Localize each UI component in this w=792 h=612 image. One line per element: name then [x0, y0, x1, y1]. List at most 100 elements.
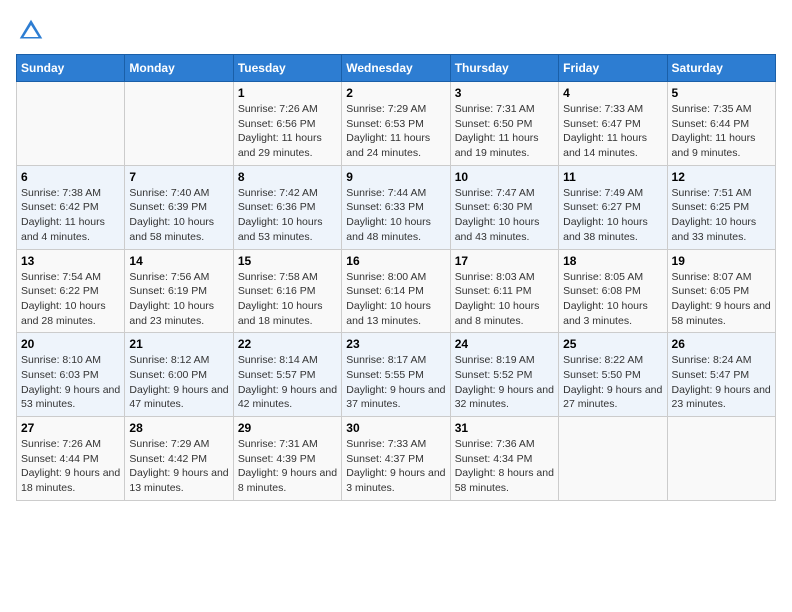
- calendar-cell: 17 Sunrise: 8:03 AM Sunset: 6:11 PM Dayli…: [450, 249, 558, 333]
- day-info: Sunrise: 7:26 AM Sunset: 6:56 PM Dayligh…: [238, 102, 337, 161]
- calendar-cell: 19 Sunrise: 8:07 AM Sunset: 6:05 PM Dayli…: [667, 249, 775, 333]
- day-info: Sunrise: 7:36 AM Sunset: 4:34 PM Dayligh…: [455, 437, 554, 496]
- calendar-cell: 14 Sunrise: 7:56 AM Sunset: 6:19 PM Dayli…: [125, 249, 233, 333]
- day-info: Sunrise: 8:22 AM Sunset: 5:50 PM Dayligh…: [563, 353, 662, 412]
- day-info: Sunrise: 7:44 AM Sunset: 6:33 PM Dayligh…: [346, 186, 445, 245]
- logo-icon: [16, 16, 46, 46]
- calendar-table: SundayMondayTuesdayWednesdayThursdayFrid…: [16, 54, 776, 501]
- calendar-cell: 13Sunrise: 7:54 AM Sunset: 6:22 PM Dayli…: [17, 249, 125, 333]
- day-number: 6: [21, 170, 120, 184]
- calendar-cell: 26 Sunrise: 8:24 AM Sunset: 5:47 PM Dayli…: [667, 333, 775, 417]
- day-number: 2: [346, 86, 445, 100]
- day-number: 10: [455, 170, 554, 184]
- day-info: Sunrise: 8:12 AM Sunset: 6:00 PM Dayligh…: [129, 353, 228, 412]
- calendar-cell: 27 Sunrise: 7:26 AM Sunset: 4:44 PM Dayli…: [17, 417, 125, 501]
- day-info: Sunrise: 7:29 AM Sunset: 6:53 PM Dayligh…: [346, 102, 445, 161]
- day-number: 5: [672, 86, 771, 100]
- day-info: Sunrise: 7:54 AM Sunset: 6:22 PM Dayligh…: [21, 270, 120, 329]
- day-number: 22: [238, 337, 337, 351]
- day-info: Sunrise: 8:05 AM Sunset: 6:08 PM Dayligh…: [563, 270, 662, 329]
- day-number: 4: [563, 86, 662, 100]
- calendar-week-5: 27 Sunrise: 7:26 AM Sunset: 4:44 PM Dayli…: [17, 417, 776, 501]
- calendar-cell: 29Sunrise: 7:31 AM Sunset: 4:39 PM Dayli…: [233, 417, 341, 501]
- calendar-week-4: 20Sunrise: 8:10 AM Sunset: 6:03 PM Dayli…: [17, 333, 776, 417]
- calendar-cell: 5 Sunrise: 7:35 AM Sunset: 6:44 PM Daylig…: [667, 82, 775, 166]
- day-info: Sunrise: 7:31 AM Sunset: 6:50 PM Dayligh…: [455, 102, 554, 161]
- day-number: 7: [129, 170, 228, 184]
- calendar-cell: 16 Sunrise: 8:00 AM Sunset: 6:14 PM Dayli…: [342, 249, 450, 333]
- page-header: [16, 16, 776, 46]
- calendar-cell: 8Sunrise: 7:42 AM Sunset: 6:36 PM Daylig…: [233, 165, 341, 249]
- calendar-cell: [667, 417, 775, 501]
- weekday-sunday: Sunday: [17, 55, 125, 82]
- day-number: 30: [346, 421, 445, 435]
- weekday-thursday: Thursday: [450, 55, 558, 82]
- day-info: Sunrise: 7:35 AM Sunset: 6:44 PM Dayligh…: [672, 102, 771, 161]
- calendar-cell: 15 Sunrise: 7:58 AM Sunset: 6:16 PM Dayli…: [233, 249, 341, 333]
- day-number: 26: [672, 337, 771, 351]
- day-info: Sunrise: 7:33 AM Sunset: 6:47 PM Dayligh…: [563, 102, 662, 161]
- day-number: 17: [455, 254, 554, 268]
- day-info: Sunrise: 7:38 AM Sunset: 6:42 PM Dayligh…: [21, 186, 120, 245]
- logo: [16, 16, 50, 46]
- day-number: 11: [563, 170, 662, 184]
- calendar-body: 1Sunrise: 7:26 AM Sunset: 6:56 PM Daylig…: [17, 82, 776, 501]
- day-info: Sunrise: 8:00 AM Sunset: 6:14 PM Dayligh…: [346, 270, 445, 329]
- weekday-friday: Friday: [559, 55, 667, 82]
- day-info: Sunrise: 8:07 AM Sunset: 6:05 PM Dayligh…: [672, 270, 771, 329]
- day-info: Sunrise: 8:03 AM Sunset: 6:11 PM Dayligh…: [455, 270, 554, 329]
- calendar-cell: 30 Sunrise: 7:33 AM Sunset: 4:37 PM Dayli…: [342, 417, 450, 501]
- calendar-cell: [17, 82, 125, 166]
- day-info: Sunrise: 7:47 AM Sunset: 6:30 PM Dayligh…: [455, 186, 554, 245]
- calendar-cell: 23 Sunrise: 8:17 AM Sunset: 5:55 PM Dayli…: [342, 333, 450, 417]
- day-info: Sunrise: 7:33 AM Sunset: 4:37 PM Dayligh…: [346, 437, 445, 496]
- calendar-week-3: 13Sunrise: 7:54 AM Sunset: 6:22 PM Dayli…: [17, 249, 776, 333]
- calendar-cell: 25 Sunrise: 8:22 AM Sunset: 5:50 PM Dayli…: [559, 333, 667, 417]
- calendar-cell: 3 Sunrise: 7:31 AM Sunset: 6:50 PM Daylig…: [450, 82, 558, 166]
- day-info: Sunrise: 7:56 AM Sunset: 6:19 PM Dayligh…: [129, 270, 228, 329]
- day-number: 16: [346, 254, 445, 268]
- day-number: 31: [455, 421, 554, 435]
- day-number: 15: [238, 254, 337, 268]
- weekday-header-row: SundayMondayTuesdayWednesdayThursdayFrid…: [17, 55, 776, 82]
- calendar-cell: 22 Sunrise: 8:14 AM Sunset: 5:57 PM Dayli…: [233, 333, 341, 417]
- calendar-cell: 6 Sunrise: 7:38 AM Sunset: 6:42 PM Daylig…: [17, 165, 125, 249]
- calendar-header: SundayMondayTuesdayWednesdayThursdayFrid…: [17, 55, 776, 82]
- day-info: Sunrise: 8:10 AM Sunset: 6:03 PM Dayligh…: [21, 353, 120, 412]
- day-info: Sunrise: 7:26 AM Sunset: 4:44 PM Dayligh…: [21, 437, 120, 496]
- weekday-wednesday: Wednesday: [342, 55, 450, 82]
- day-number: 23: [346, 337, 445, 351]
- day-number: 21: [129, 337, 228, 351]
- weekday-monday: Monday: [125, 55, 233, 82]
- day-info: Sunrise: 8:17 AM Sunset: 5:55 PM Dayligh…: [346, 353, 445, 412]
- day-number: 27: [21, 421, 120, 435]
- day-info: Sunrise: 8:24 AM Sunset: 5:47 PM Dayligh…: [672, 353, 771, 412]
- calendar-cell: 9 Sunrise: 7:44 AM Sunset: 6:33 PM Daylig…: [342, 165, 450, 249]
- calendar-cell: [559, 417, 667, 501]
- calendar-cell: 18 Sunrise: 8:05 AM Sunset: 6:08 PM Dayli…: [559, 249, 667, 333]
- day-number: 29: [238, 421, 337, 435]
- calendar-cell: 2 Sunrise: 7:29 AM Sunset: 6:53 PM Daylig…: [342, 82, 450, 166]
- day-number: 3: [455, 86, 554, 100]
- day-number: 14: [129, 254, 228, 268]
- calendar-cell: 28Sunrise: 7:29 AM Sunset: 4:42 PM Dayli…: [125, 417, 233, 501]
- day-number: 19: [672, 254, 771, 268]
- calendar-week-2: 6 Sunrise: 7:38 AM Sunset: 6:42 PM Daylig…: [17, 165, 776, 249]
- day-number: 8: [238, 170, 337, 184]
- day-info: Sunrise: 7:58 AM Sunset: 6:16 PM Dayligh…: [238, 270, 337, 329]
- calendar-cell: 21 Sunrise: 8:12 AM Sunset: 6:00 PM Dayli…: [125, 333, 233, 417]
- weekday-saturday: Saturday: [667, 55, 775, 82]
- calendar-cell: 20Sunrise: 8:10 AM Sunset: 6:03 PM Dayli…: [17, 333, 125, 417]
- day-number: 25: [563, 337, 662, 351]
- calendar-cell: 10 Sunrise: 7:47 AM Sunset: 6:30 PM Dayli…: [450, 165, 558, 249]
- day-info: Sunrise: 7:40 AM Sunset: 6:39 PM Dayligh…: [129, 186, 228, 245]
- calendar-cell: 24 Sunrise: 8:19 AM Sunset: 5:52 PM Dayli…: [450, 333, 558, 417]
- calendar-cell: 12Sunrise: 7:51 AM Sunset: 6:25 PM Dayli…: [667, 165, 775, 249]
- day-number: 24: [455, 337, 554, 351]
- day-info: Sunrise: 7:51 AM Sunset: 6:25 PM Dayligh…: [672, 186, 771, 245]
- day-info: Sunrise: 7:49 AM Sunset: 6:27 PM Dayligh…: [563, 186, 662, 245]
- day-info: Sunrise: 8:19 AM Sunset: 5:52 PM Dayligh…: [455, 353, 554, 412]
- day-info: Sunrise: 8:14 AM Sunset: 5:57 PM Dayligh…: [238, 353, 337, 412]
- day-number: 18: [563, 254, 662, 268]
- day-number: 9: [346, 170, 445, 184]
